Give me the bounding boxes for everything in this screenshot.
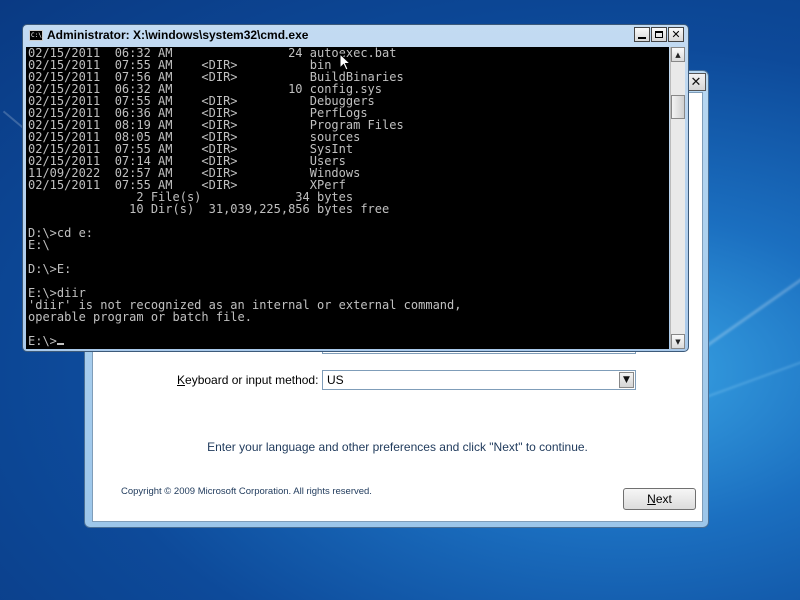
scroll-up-icon[interactable]: ▲ — [671, 47, 685, 62]
scroll-thumb[interactable] — [671, 95, 685, 119]
cmd-window: C:\ Administrator: X:\windows\system32\c… — [22, 24, 689, 352]
console-app-icon: C:\ — [29, 30, 43, 41]
close-icon: ✕ — [690, 74, 702, 90]
console-line: E:\ — [28, 238, 50, 252]
mouse-pointer-icon — [339, 53, 351, 71]
close-icon: ✕ — [671, 28, 681, 41]
console-lines: 02/15/2011 06:32 AM 24 autoexec.bat 02/15… — [28, 47, 461, 347]
minimize-button[interactable] — [634, 27, 650, 42]
chevron-down-icon[interactable]: ▼ — [619, 372, 634, 388]
console-output[interactable]: 02/15/2011 06:32 AM 24 autoexec.bat 02/15… — [26, 47, 669, 349]
vertical-scrollbar[interactable]: ▲ ▼ — [670, 47, 685, 349]
keyboard-method-dropdown[interactable]: US ▼ — [322, 370, 636, 390]
console-line: E:\> — [28, 335, 461, 347]
keyboard-method-label: Keyboard or input method: — [177, 373, 319, 387]
copyright-text: Copyright © 2009 Microsoft Corporation. … — [121, 486, 372, 497]
setup-instructions: Enter your language and other preference… — [207, 440, 588, 454]
maximize-icon — [655, 31, 663, 38]
window-title: Administrator: X:\windows\system32\cmd.e… — [47, 28, 309, 42]
close-button[interactable]: ✕ — [668, 27, 684, 42]
console-line: D:\>E: — [28, 262, 72, 276]
scroll-down-icon[interactable]: ▼ — [671, 334, 685, 349]
wallpaper-streak — [703, 254, 800, 349]
console-line: D:\>cd e: — [28, 226, 94, 240]
maximize-button[interactable] — [651, 27, 667, 42]
setup-close-button[interactable]: ✕ — [686, 73, 706, 91]
next-button[interactable]: Next — [623, 488, 696, 510]
keyboard-method-value: US — [327, 373, 344, 387]
cmd-titlebar[interactable]: C:\ Administrator: X:\windows\system32\c… — [23, 25, 688, 47]
minimize-icon — [638, 36, 646, 39]
console-line: 10 Dir(s) 31,039,225,856 bytes free — [28, 202, 390, 216]
text-cursor — [56, 343, 64, 345]
console-line: operable program or batch file. — [28, 310, 252, 324]
